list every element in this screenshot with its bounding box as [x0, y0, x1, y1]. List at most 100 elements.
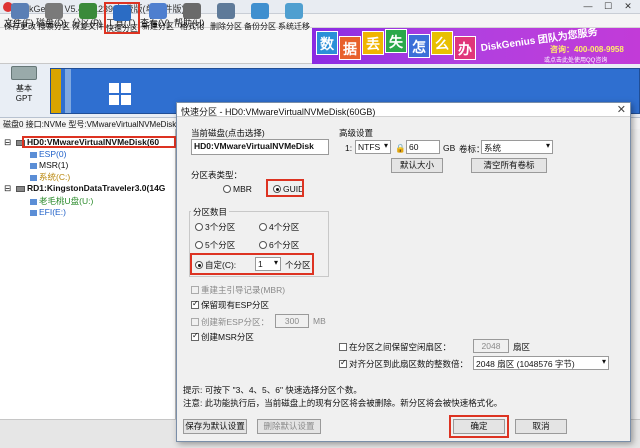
new-partition-icon: [149, 3, 167, 19]
banner-tile: 办: [454, 36, 476, 60]
tip-text: 提示: 可按下 "3、4、5、6" 快速选择分区个数。: [183, 385, 362, 395]
filesystem-select[interactable]: NTFS: [355, 140, 391, 154]
reserve-sectors-input[interactable]: 2048: [473, 339, 509, 353]
radio-icon: [195, 223, 203, 231]
radio-icon: [259, 241, 267, 249]
count-5-radio[interactable]: 5个分区: [195, 239, 235, 251]
backup-partition-button[interactable]: 备份分区: [242, 2, 278, 34]
clear-labels-button[interactable]: 清空所有卷标: [471, 158, 547, 173]
restore-file-icon: [79, 3, 97, 19]
lock-icon[interactable]: 🔒: [395, 143, 406, 154]
windows-logo-icon: [109, 83, 131, 105]
banner-phone: 咨询：400-008-9958: [550, 45, 624, 54]
restore-file-button[interactable]: 恢复文件: [70, 2, 106, 34]
align-partition-checkbox[interactable]: 对齐分区到此扇区数的整数倍：: [339, 358, 468, 370]
tree-item-efi-e[interactable]: EFI(E:): [30, 207, 66, 217]
partition-icon: [30, 151, 37, 158]
current-disk-label: 当前磁盘(点击选择): [191, 128, 265, 138]
banner-tile: 数: [316, 31, 338, 55]
quick-partition-button[interactable]: 快速分区: [104, 2, 140, 34]
table-type-label: 分区表类型：: [191, 170, 243, 180]
rebuild-mbr-checkbox[interactable]: 重建主引导记录(MBR): [191, 284, 285, 296]
save-default-button[interactable]: 保存为默认设置: [183, 419, 247, 434]
close-button[interactable]: ✕: [618, 1, 638, 12]
align-sectors-select[interactable]: 2048 扇区 (1048576 字节): [473, 356, 609, 370]
partition-index-label: 1:: [345, 143, 353, 153]
system-migrate-icon: [285, 3, 303, 19]
cancel-button[interactable]: 取消: [515, 419, 567, 434]
tree-collapse-icon[interactable]: ⊟: [4, 137, 11, 148]
delete-default-button[interactable]: 删除默认设置: [257, 419, 321, 434]
tree-item-disk1[interactable]: RD1:KingstonDataTraveler3.0(14G: [16, 183, 165, 193]
tree-item-usb-u[interactable]: 老毛桃U盘(U:): [30, 195, 93, 207]
selected-disk-highlight: [22, 136, 176, 148]
tree-item-msr[interactable]: MSR(1): [30, 160, 68, 170]
tree-collapse-icon[interactable]: ⊟: [4, 183, 11, 194]
save-changes-button[interactable]: 保存更改: [2, 2, 38, 34]
dialog-title-bar: 快速分区 - HD0:VMwareVirtualNVMeDisk(60GB) ✕: [177, 103, 630, 117]
advanced-settings-label: 高级设置: [339, 128, 374, 138]
delete-partition-icon: [217, 3, 235, 19]
current-disk-field[interactable]: HD0:VMwareVirtualNVMeDisk: [191, 139, 329, 155]
maximize-button[interactable]: ☐: [598, 1, 618, 12]
checkbox-checked-icon: [339, 358, 347, 368]
disk-type-indicator: 基本 GPT: [4, 66, 44, 114]
radio-icon: [195, 241, 203, 249]
keep-esp-checkbox[interactable]: 保留现有ESP分区: [191, 299, 269, 311]
reserve-sectors-checkbox[interactable]: 在分区之间保留空闲扇区：: [339, 341, 451, 353]
default-size-button[interactable]: 默认大小: [391, 158, 443, 173]
esp-partition-block[interactable]: [51, 69, 61, 113]
radio-icon: [259, 223, 267, 231]
guid-highlight: [266, 179, 304, 197]
volume-label-select[interactable]: 系统: [481, 140, 553, 154]
count-6-radio[interactable]: 6个分区: [259, 239, 299, 251]
tree-item-esp[interactable]: ESP(0): [30, 149, 66, 159]
format-icon: [183, 3, 201, 19]
backup-partition-icon: [251, 3, 269, 19]
create-esp-checkbox[interactable]: 创建新ESP分区：: [191, 316, 269, 328]
tree-item-system-c[interactable]: 系统(C:): [30, 171, 70, 183]
checkbox-icon: [191, 318, 199, 326]
partition-icon: [30, 174, 37, 181]
search-partition-icon: [45, 3, 63, 19]
count-3-radio[interactable]: 3个分区: [195, 221, 235, 233]
banner-tile: 失: [385, 29, 407, 53]
custom-count-highlight: [190, 253, 314, 275]
delete-partition-button[interactable]: 删除分区: [208, 2, 244, 34]
radio-icon: [223, 185, 231, 193]
checkbox-icon: [339, 343, 347, 351]
checkbox-checked-icon: [191, 299, 199, 309]
dialog-title: 快速分区 - HD0:VMwareVirtualNVMeDisk(60GB): [181, 107, 376, 117]
banner-tile: 据: [339, 36, 361, 60]
quick-partition-icon: [113, 5, 131, 21]
create-msr-checkbox[interactable]: 创建MSR分区: [191, 331, 254, 343]
count-4-radio[interactable]: 4个分区: [259, 221, 299, 233]
size-unit-label: GB: [443, 143, 456, 153]
warning-text: 注意: 此功能执行后，当前磁盘上的现有分区将会被删除。新分区将会被快速格式化。: [183, 398, 503, 408]
banner-tile: 丢: [362, 31, 384, 55]
dialog-close-icon[interactable]: ✕: [617, 103, 626, 116]
format-button[interactable]: 格式化: [174, 2, 210, 34]
system-migrate-button[interactable]: 系统迁移: [276, 2, 312, 34]
ok-button-highlight: [449, 415, 509, 438]
search-partition-button[interactable]: 搜索分区: [36, 2, 72, 34]
disk-tree: ⊟ HD0:VMwareVirtualNVMeDisk(60 ESP(0) MS…: [0, 129, 176, 419]
banner-tile: 么: [431, 31, 453, 55]
hard-disk-icon: [11, 66, 37, 80]
banner-note: 或点击此处使用QQ咨询: [544, 58, 608, 64]
minimize-button[interactable]: —: [578, 1, 598, 12]
banner-tile: 怎: [408, 34, 430, 58]
save-icon: [11, 3, 29, 19]
checkbox-icon: [191, 286, 199, 294]
mbr-radio[interactable]: MBR: [223, 184, 252, 194]
esp-size-unit: MB: [313, 316, 326, 326]
ad-banner[interactable]: 数 据 丢 失 怎 么 办 DiskGenius 团队为您服务 咨询：400-0…: [312, 28, 640, 64]
esp-size-input[interactable]: 300: [275, 314, 309, 328]
partition-count-label: 分区数目: [191, 206, 230, 218]
partition-icon: [30, 209, 37, 216]
msr-partition-block[interactable]: [65, 69, 71, 113]
checkbox-checked-icon: [191, 331, 199, 341]
new-partition-button[interactable]: 新建分区: [140, 2, 176, 34]
usb-disk-icon: [16, 185, 25, 192]
partition-size-input[interactable]: 60: [406, 140, 440, 154]
